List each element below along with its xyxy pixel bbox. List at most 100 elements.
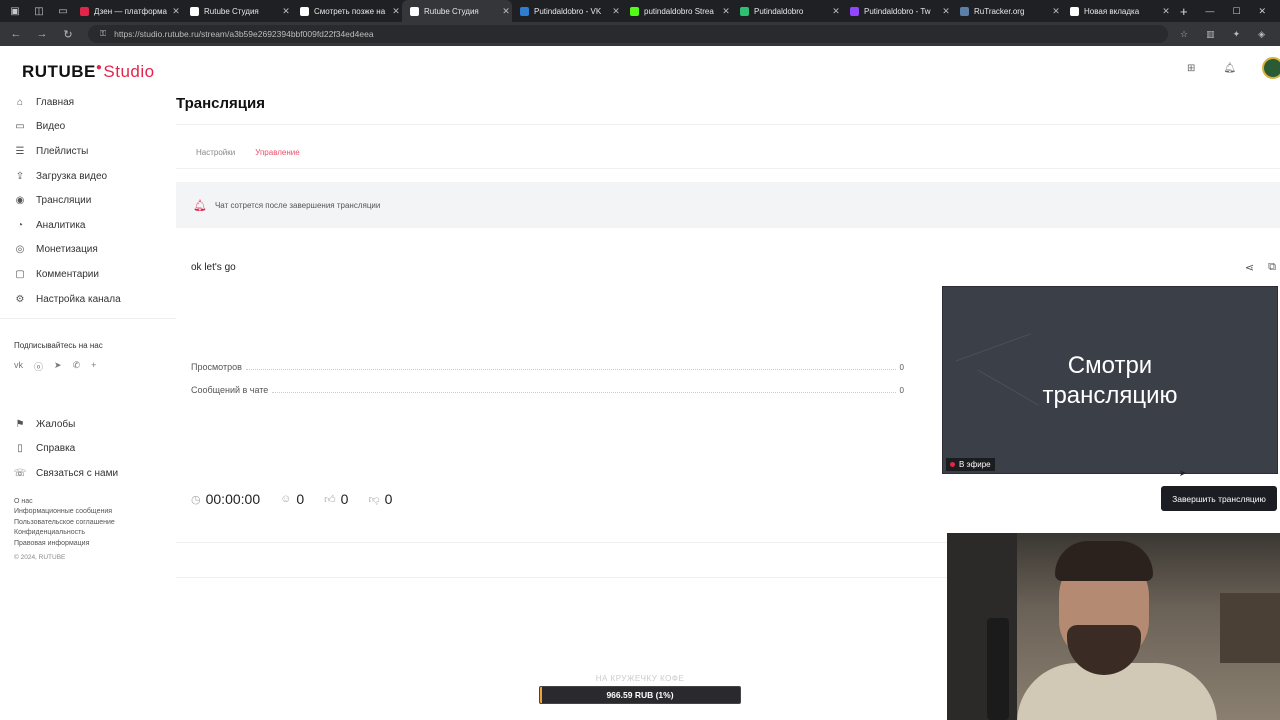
url-field[interactable]: ⚿ https://studio.rutube.ru/stream/a3b59e…: [88, 25, 1168, 43]
browser-tab[interactable]: Putindaldobro - Tw ✕: [842, 0, 952, 22]
sidebar-item[interactable]: ⌂ Главная: [14, 90, 164, 115]
tab-menu-icon[interactable]: ▣: [6, 0, 24, 22]
tab-close-icon[interactable]: ✕: [830, 6, 842, 17]
browser-tab[interactable]: Дзен — платформа ✕: [72, 0, 182, 22]
tab-close-icon[interactable]: ✕: [940, 6, 952, 17]
stream-counters: ◷ 00:00:00 ☺ 0 👍︎ 0 👎︎ 0: [191, 491, 392, 507]
sidebar-item[interactable]: ▯ Справка: [14, 437, 164, 462]
maximize-icon[interactable]: ☐: [1232, 6, 1240, 17]
notifications-bell-icon[interactable]: 🔔︎: [1223, 63, 1236, 74]
tab-settings[interactable]: Настройки: [196, 148, 235, 157]
flag-icon: ⚑: [15, 418, 25, 430]
sidebar-item[interactable]: ◉ Трансляции: [14, 188, 164, 213]
tab-close-icon[interactable]: ✕: [390, 6, 402, 17]
copyright: © 2024, RUTUBE: [14, 554, 66, 561]
dotted-leader: [272, 387, 896, 393]
stat-views: Просмотров 0: [191, 362, 904, 372]
tab-title: Rutube Студия: [424, 6, 479, 16]
more-social-icon[interactable]: +: [91, 360, 96, 373]
footer-link[interactable]: Правовая информация: [14, 539, 115, 549]
sidepanel-icon[interactable]: ▥: [1206, 29, 1215, 40]
tab-title: Putindaldobro: [754, 6, 804, 16]
telegram-icon[interactable]: ➤: [54, 360, 62, 373]
tab-close-icon[interactable]: ✕: [1160, 6, 1172, 17]
sidebar-item-label: Главная: [36, 96, 75, 108]
browser-tab[interactable]: RuTracker.org ✕: [952, 0, 1062, 22]
tab-title: Смотреть позже на: [314, 6, 386, 16]
tab-favicon-icon: [80, 6, 89, 16]
settings-icon: ⚙: [15, 293, 25, 305]
share-icon[interactable]: ⋖: [1245, 261, 1254, 274]
rutube-studio-logo[interactable]: RUTUBE●Studio: [22, 62, 155, 82]
tab-close-icon[interactable]: ✕: [610, 6, 622, 17]
footer-links: О нас Информационные сообщения Пользовател…: [14, 497, 115, 549]
sidebar-item-label: Настройка канала: [36, 293, 121, 305]
avatar[interactable]: [1262, 57, 1280, 79]
sidebar-item-label: Связаться с нами: [36, 467, 119, 479]
add-content-icon[interactable]: ⊞: [1187, 63, 1195, 74]
webcam-overlay: [947, 533, 1280, 720]
tab-control[interactable]: Управление: [255, 148, 299, 157]
sidebar-item[interactable]: ⚑ Жалобы: [14, 412, 164, 437]
tab-favicon-icon: [850, 6, 859, 16]
ok-icon[interactable]: ⓞ: [34, 360, 43, 373]
live-dot-icon: [950, 462, 955, 467]
sidebar-item[interactable]: ▭ Видео: [14, 115, 164, 140]
browser-tab[interactable]: Putindaldobro - VK ✕: [512, 0, 622, 22]
clock-icon: ◷: [191, 493, 201, 506]
bookmark-star-icon[interactable]: ☆: [1180, 29, 1188, 40]
viber-icon[interactable]: ✆: [73, 360, 81, 373]
thumbs-up-icon: 👍︎: [324, 493, 336, 506]
tab-favicon-icon: [1070, 6, 1079, 16]
sidebar-item-label: Справка: [36, 443, 76, 455]
browser-tab[interactable]: Putindaldobro ✕: [732, 0, 842, 22]
open-external-icon[interactable]: ⧉: [1268, 261, 1276, 274]
tab-close-icon[interactable]: ✕: [280, 6, 292, 17]
sidebar-item[interactable]: ◔ Аналитика: [14, 213, 164, 238]
page-tabs: Настройки Управление: [196, 148, 300, 157]
close-window-icon[interactable]: ✕: [1258, 6, 1266, 17]
extension-icon[interactable]: ✦: [1233, 29, 1241, 40]
sidebar-item[interactable]: ▢ Комментарии: [14, 262, 164, 287]
reload-icon[interactable]: ↻: [58, 28, 78, 41]
tab-close-icon[interactable]: ✕: [170, 6, 182, 17]
sidebar-item[interactable]: ☰ Плейлисты: [14, 139, 164, 164]
sidebar-item[interactable]: ☏ Связаться с нами: [14, 461, 164, 486]
tab-title: Putindaldobro - Tw: [864, 6, 931, 16]
tab-list-icon[interactable]: ▭: [54, 0, 72, 22]
browser-tab[interactable]: Смотреть позже на ✕: [292, 0, 402, 22]
comments-icon: ▢: [15, 268, 25, 280]
webcam-person-hair: [1055, 541, 1153, 581]
tab-close-icon[interactable]: ✕: [1050, 6, 1062, 17]
tab-groups-icon[interactable]: ◫: [30, 0, 48, 22]
webcam-shelf: [1220, 593, 1280, 663]
browser-tab[interactable]: putindaldobro Strea ✕: [622, 0, 732, 22]
end-stream-button[interactable]: Завершить трансляцию: [1161, 486, 1277, 511]
footer-link[interactable]: О нас: [14, 497, 115, 507]
new-tab-button[interactable]: +: [1180, 4, 1188, 19]
sidebar-item[interactable]: ⇪ Загрузка видео: [14, 164, 164, 189]
forward-icon[interactable]: →: [32, 28, 52, 40]
browser-tab[interactable]: Новая вкладка ✕: [1062, 0, 1172, 22]
browser-tab[interactable]: Rutube Студия ✕: [182, 0, 292, 22]
minimize-icon[interactable]: —: [1205, 6, 1214, 17]
help-icon: ▯: [17, 443, 23, 455]
tab-close-icon[interactable]: ✕: [720, 6, 732, 17]
broadcast-icon: ◉: [15, 195, 25, 207]
footer-link[interactable]: Конфиденциальность: [14, 528, 115, 538]
site-info-icon[interactable]: ⚿: [100, 29, 106, 39]
sidebar-item[interactable]: ◎ Монетизация: [14, 238, 164, 263]
vk-icon[interactable]: vk: [14, 360, 23, 373]
sidebar-item[interactable]: ⚙ Настройка канала: [14, 287, 164, 312]
back-icon[interactable]: ←: [6, 28, 26, 40]
browser-tab[interactable]: Rutube Студия ✕: [402, 0, 512, 22]
extension2-icon[interactable]: ◈: [1258, 29, 1265, 40]
stream-preview[interactable]: Смотри трансляцию В эфире: [942, 286, 1278, 474]
donation-progress-text: 966.59 RUB (1%): [606, 690, 674, 700]
preview-caption: Смотри трансляцию: [943, 351, 1277, 411]
stream-card: ok let's go Просмотров 0 Сообщений в чат…: [176, 244, 1280, 526]
footer-link[interactable]: Информационные сообщения: [14, 507, 115, 517]
tab-close-icon[interactable]: ✕: [500, 6, 512, 17]
footer-link[interactable]: Пользовательское соглашение: [14, 518, 115, 528]
playlist-icon: ☰: [15, 145, 25, 157]
